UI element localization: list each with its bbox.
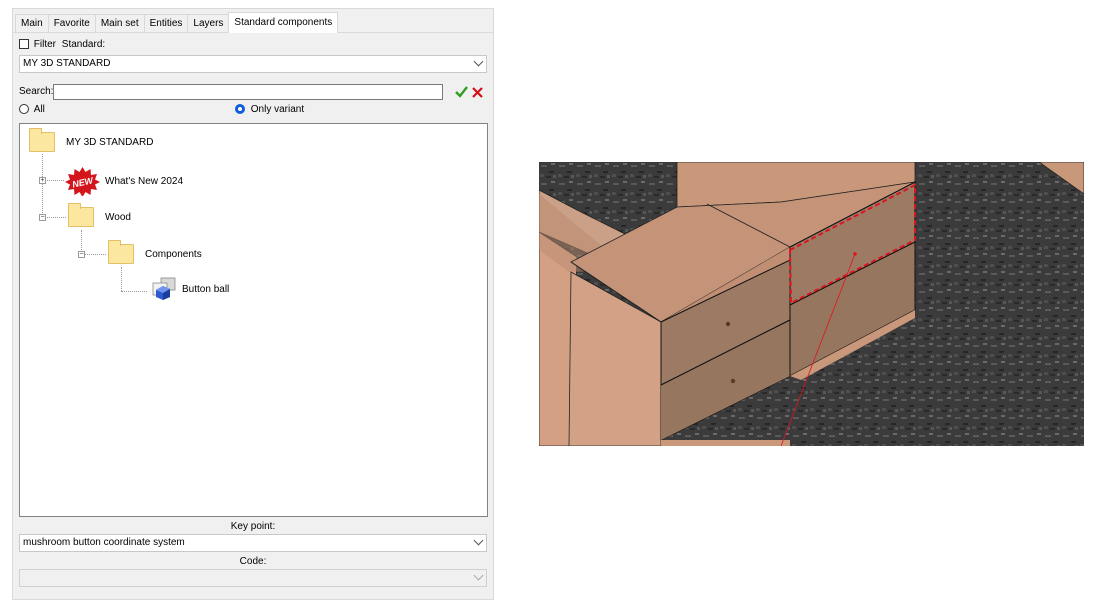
check-icon[interactable] — [455, 86, 468, 98]
3d-viewport[interactable] — [539, 162, 1084, 446]
tab-favorite[interactable]: Favorite — [47, 14, 96, 32]
tree-node-components[interactable]: Components — [108, 240, 202, 264]
radio-only-variant-circle[interactable] — [235, 104, 245, 115]
tree-node-wood[interactable]: Wood — [68, 203, 131, 227]
radio-all-circle[interactable] — [19, 104, 29, 115]
radio-only-variant[interactable]: Only variant — [235, 104, 304, 116]
key-point-select[interactable]: mushroom button coordinate system — [19, 534, 487, 552]
code-label: Code: — [239, 556, 267, 567]
component-tree[interactable]: + − − MY 3D STANDARD NEW What's New 2024… — [19, 123, 488, 517]
radio-all[interactable]: All — [19, 104, 45, 116]
tree-line — [42, 154, 43, 217]
standard-components-panel: Main Favorite Main set Entities Layers S… — [12, 8, 494, 600]
code-select — [19, 569, 487, 587]
furniture-3d-scene[interactable] — [539, 162, 1084, 446]
chevron-down-icon — [473, 56, 484, 67]
radio-all-label: All — [33, 104, 45, 115]
tree-node-whats-new-label: What's New 2024 — [105, 175, 184, 187]
tree-node-whats-new[interactable]: NEW What's New 2024 — [64, 166, 183, 196]
standard-select-value: MY 3D STANDARD — [23, 58, 111, 69]
tree-node-root-label: MY 3D STANDARD — [66, 136, 154, 148]
tree-node-components-label: Components — [145, 248, 202, 260]
filter-label: Filter — [33, 39, 57, 50]
chevron-down-icon — [473, 570, 484, 581]
drawer-knob[interactable] — [730, 378, 736, 384]
collapse-icon[interactable]: − — [39, 214, 46, 221]
tree-line — [121, 267, 122, 291]
search-label: Search: — [19, 86, 54, 97]
tree-node-wood-label: Wood — [105, 211, 131, 223]
tab-main-set[interactable]: Main set — [94, 14, 145, 32]
tab-layers[interactable]: Layers — [187, 14, 230, 32]
key-point-label: Key point: — [230, 521, 276, 532]
folder-icon — [108, 240, 134, 264]
tab-main[interactable]: Main — [15, 14, 49, 32]
new-badge-icon: NEW — [65, 167, 100, 196]
tree-node-button-ball[interactable]: Button ball — [148, 277, 229, 301]
radio-only-variant-label: Only variant — [250, 104, 305, 115]
chevron-down-icon — [473, 535, 484, 546]
tab-bar: Main Favorite Main set Entities Layers S… — [15, 12, 339, 33]
collapse-icon[interactable]: − — [78, 251, 85, 258]
folder-icon — [29, 128, 55, 152]
standard-select[interactable]: MY 3D STANDARD — [19, 55, 487, 73]
key-point-value: mushroom button coordinate system — [23, 537, 185, 548]
drawer-knob[interactable] — [725, 321, 731, 327]
standard-label: Standard: — [61, 39, 106, 50]
tree-line — [121, 291, 147, 292]
tree-node-root[interactable]: MY 3D STANDARD — [29, 128, 154, 152]
tab-standard-components[interactable]: Standard components — [228, 12, 339, 33]
expand-icon[interactable]: + — [39, 177, 46, 184]
tab-entities[interactable]: Entities — [143, 14, 189, 32]
filter-row: Filter Standard: — [19, 38, 487, 52]
component-3d-icon — [152, 277, 176, 300]
search-input[interactable] — [53, 84, 443, 100]
filter-checkbox[interactable] — [19, 39, 29, 50]
folder-icon — [68, 203, 94, 227]
x-icon[interactable] — [472, 87, 483, 98]
tree-node-button-ball-label: Button ball — [182, 283, 230, 295]
